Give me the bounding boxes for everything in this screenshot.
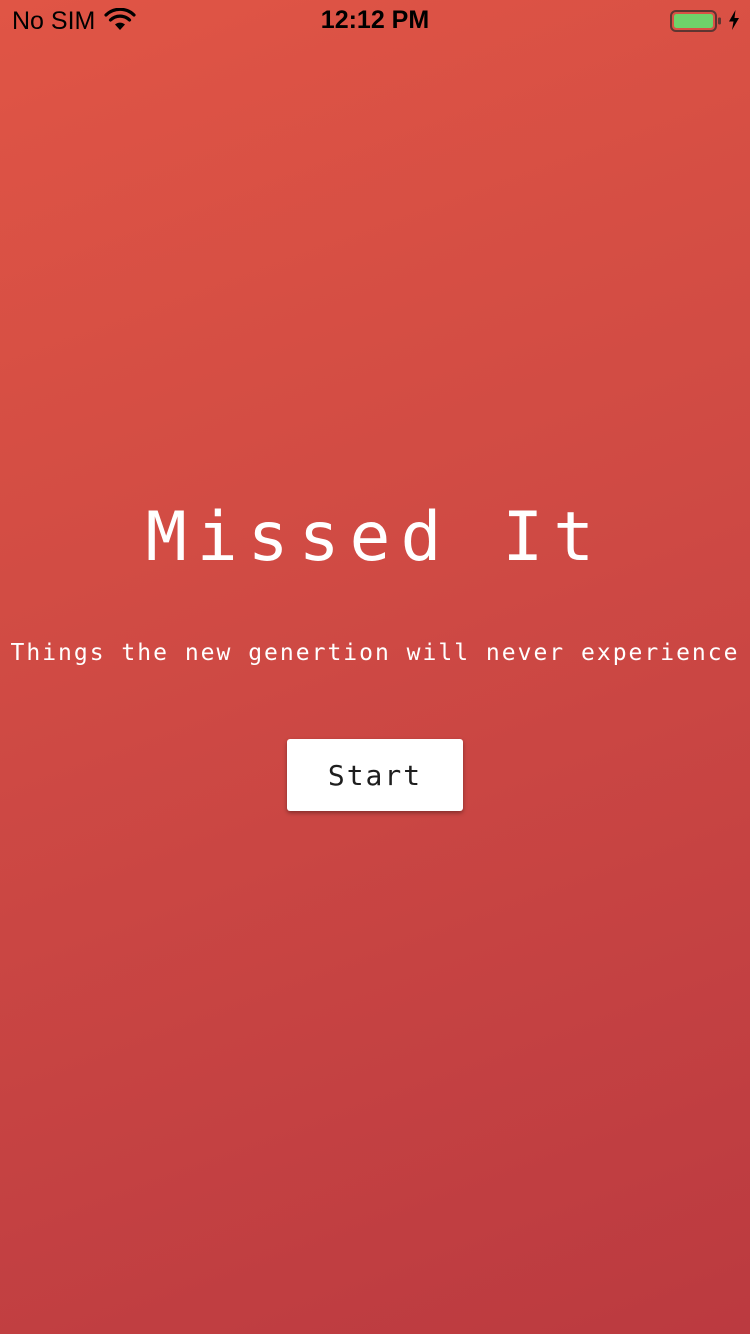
start-button-label: Start	[327, 758, 423, 792]
start-button[interactable]: Start	[287, 739, 463, 811]
clock: 12:12 PM	[320, 6, 430, 34]
charging-bolt-icon	[729, 10, 739, 30]
app-title: Missed It	[145, 498, 605, 577]
tagline: Things the new genertion will never expe…	[10, 640, 740, 666]
status-bar: No SIM 12:12 PM	[0, 0, 750, 40]
battery-icon	[670, 10, 721, 32]
